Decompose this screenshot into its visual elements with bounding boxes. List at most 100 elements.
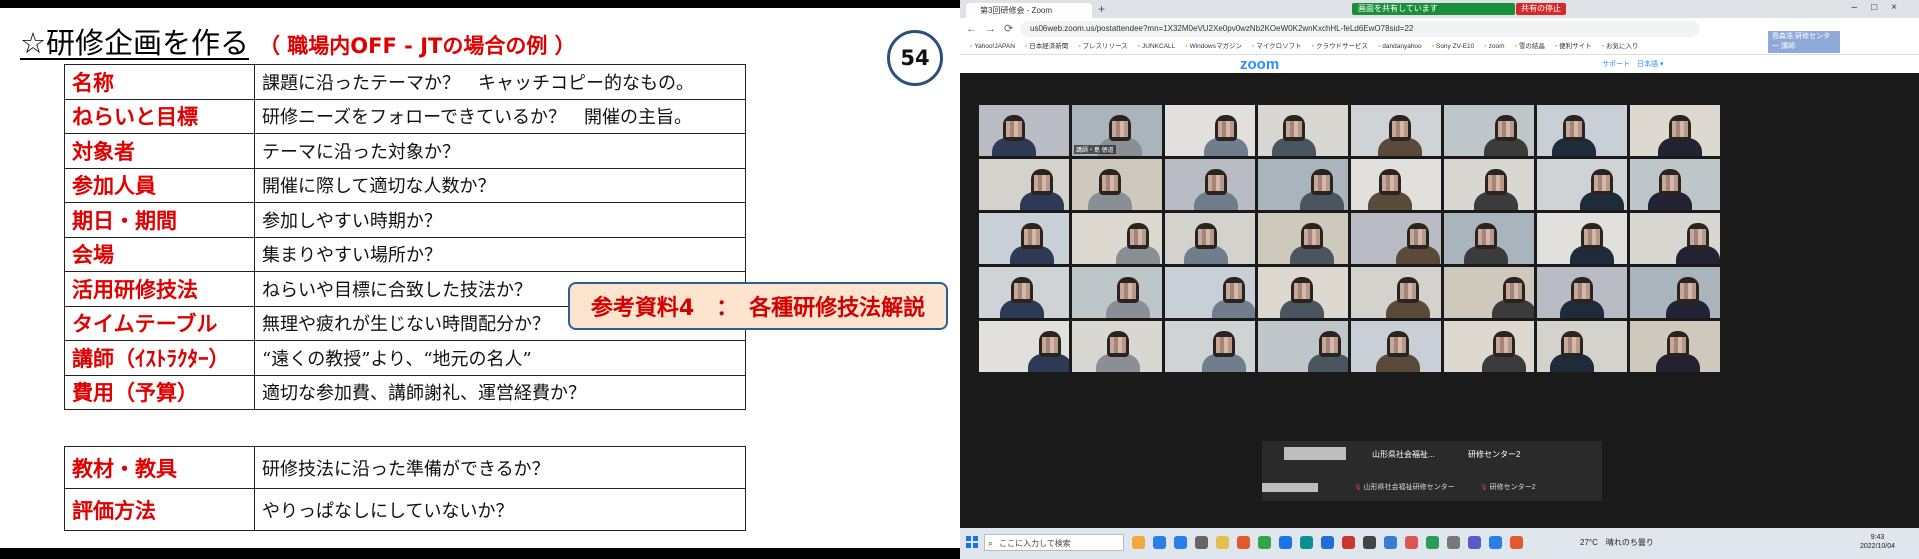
bookmark-item[interactable]: Sony ZV-E10 (1432, 43, 1475, 50)
participant-video-tile[interactable] (1537, 105, 1627, 156)
bookmark-item[interactable]: JUNKCALL (1138, 43, 1176, 50)
face-mosaic (1216, 337, 1232, 353)
participant-video-tile[interactable] (979, 321, 1069, 372)
participant-video-tile[interactable] (1630, 267, 1720, 318)
taskbar-app-icons (1132, 536, 1523, 549)
taskbar-app-icon[interactable] (1237, 536, 1250, 549)
weather-tray[interactable]: 27°C 晴れのち曇り (1580, 537, 1654, 548)
browser-tab[interactable]: 第3回研修会 - Zoom (966, 3, 1092, 18)
face-mosaic (1506, 283, 1522, 299)
bookmark-item[interactable]: プレスリリース (1078, 43, 1128, 50)
windows-start-icon[interactable] (966, 536, 978, 548)
participant-video-tile[interactable] (979, 213, 1069, 264)
participant-video-tile[interactable] (1444, 105, 1534, 156)
face-mosaic (1690, 229, 1706, 245)
taskbar-clock[interactable]: 9:43 2022/10/04 (1860, 533, 1895, 551)
participant-video-tile[interactable] (1165, 267, 1255, 318)
taskbar-app-icon[interactable] (1342, 536, 1355, 549)
participant-video-tile[interactable] (1351, 321, 1441, 372)
participant-video-tile[interactable] (1351, 105, 1441, 156)
participant-video-tile[interactable] (1258, 213, 1348, 264)
new-tab-icon[interactable]: + (1098, 2, 1105, 16)
participant-video-tile[interactable] (1537, 267, 1627, 318)
taskbar-search-input[interactable]: ここに入力して検索 (984, 534, 1124, 552)
participant-video-tile[interactable] (979, 105, 1069, 156)
zoom-header-links[interactable]: サポート 日本語 ▾ (1602, 59, 1663, 69)
participant-video-tile[interactable] (1072, 159, 1162, 210)
participant-video-tile[interactable] (1630, 321, 1720, 372)
participant-video-tile[interactable] (1537, 159, 1627, 210)
window-controls[interactable]: –□× (1852, 2, 1911, 13)
bookmark-item[interactable]: 便利サイト (1555, 43, 1592, 50)
participant-video-tile[interactable] (1258, 321, 1348, 372)
participant-video-tile[interactable] (1165, 321, 1255, 372)
face-mosaic (1120, 283, 1136, 299)
taskbar-app-icon[interactable] (1153, 536, 1166, 549)
participant-video-tile[interactable] (1351, 267, 1441, 318)
taskbar-app-icon[interactable] (1384, 536, 1397, 549)
participant-video-tile[interactable] (1258, 105, 1348, 156)
bookmark-item[interactable]: お気に入り (1602, 43, 1639, 50)
participant-video-tile[interactable]: 講師・島 徳道 (1072, 105, 1162, 156)
taskbar-app-icon[interactable] (1510, 536, 1523, 549)
face-mosaic (1410, 229, 1426, 245)
bookmark-item[interactable]: クラウドサービス (1312, 43, 1368, 50)
participant-video-tile[interactable] (1351, 213, 1441, 264)
bookmark-item[interactable]: 雪の結晶 (1515, 43, 1545, 50)
participant-video-tile[interactable] (1444, 267, 1534, 318)
bookmark-item[interactable]: zoom (1484, 43, 1504, 50)
presentation-slide: ☆研修企画を作る（ 職場内OFF - JTの場合の例 ） 54 名称 課題に沿った… (0, 8, 960, 548)
participant-video-tile[interactable] (1630, 213, 1720, 264)
participant-video-tile[interactable] (1165, 213, 1255, 264)
participant-video-tile[interactable] (1165, 159, 1255, 210)
face-mosaic (1382, 175, 1398, 191)
taskbar-app-icon[interactable] (1321, 536, 1334, 549)
participant-video-tile[interactable] (1537, 321, 1627, 372)
stop-share-button[interactable]: 共有の停止 (1516, 3, 1566, 15)
participant-video-tile[interactable] (1444, 321, 1534, 372)
reference-callout: 参考資料4 ： 各種研修技法解説 (568, 282, 948, 330)
face-mosaic (1006, 121, 1022, 137)
row-label: 費用（予算） (64, 374, 255, 410)
windows-taskbar: ここに入力して検索 27°C 晴れのち曇り 9:43 2022/10/04 (960, 528, 1919, 559)
participant-video-tile[interactable] (1165, 105, 1255, 156)
participant-video-tile[interactable] (1444, 213, 1534, 264)
nav-arrows-icon[interactable]: ←→⟳ (966, 22, 1021, 35)
bookmark-item[interactable]: 日本経済新聞 (1025, 43, 1068, 50)
taskbar-app-icon[interactable] (1258, 536, 1271, 549)
taskbar-app-icon[interactable] (1132, 536, 1145, 549)
participant-video-tile[interactable] (1258, 159, 1348, 210)
url-bar[interactable]: us06web.zoom.us/postattendee?mn=1X32M0eV… (1020, 21, 1700, 37)
participant-video-tile[interactable] (1630, 105, 1720, 156)
taskbar-app-icon[interactable] (1363, 536, 1376, 549)
participant-video-tile[interactable] (1072, 267, 1162, 318)
taskbar-app-icon[interactable] (1216, 536, 1229, 549)
taskbar-app-icon[interactable] (1405, 536, 1418, 549)
bookmark-item[interactable]: マイクロソフト (1252, 43, 1302, 50)
row-label: 参加人員 (64, 167, 255, 203)
taskbar-app-icon[interactable] (1447, 536, 1460, 549)
taskbar-app-icon[interactable] (1279, 536, 1292, 549)
participant-video-tile[interactable] (1537, 213, 1627, 264)
taskbar-app-icon[interactable] (1426, 536, 1439, 549)
bookmark-item[interactable]: Windowsマガジン (1185, 43, 1242, 50)
participant-subname: 山形県社会福祉研修センター (1354, 482, 1455, 492)
participant-video-tile[interactable] (1072, 213, 1162, 264)
participant-video-tile[interactable] (1630, 159, 1720, 210)
taskbar-app-icon[interactable] (1195, 536, 1208, 549)
taskbar-app-icon[interactable] (1300, 536, 1313, 549)
participant-video-tile[interactable] (979, 267, 1069, 318)
row-description: 研修技法に沿った準備ができるか？ (254, 446, 746, 489)
participant-video-tile[interactable] (979, 159, 1069, 210)
taskbar-app-icon[interactable] (1174, 536, 1187, 549)
participant-video-tile[interactable] (1351, 159, 1441, 210)
participant-video-tile[interactable] (1072, 321, 1162, 372)
profile-badge: 島森浩 研修センター 講師 (1768, 31, 1840, 53)
bookmark-item[interactable]: dandanyahoo (1378, 43, 1422, 50)
taskbar-app-icon[interactable] (1468, 536, 1481, 549)
participant-video-tile[interactable] (1258, 267, 1348, 318)
gallery-grid: 講師・島 徳道 (979, 105, 1720, 372)
participant-video-tile[interactable] (1444, 159, 1534, 210)
bookmark-item[interactable]: Yahoo!JAPAN (970, 43, 1015, 50)
taskbar-app-icon[interactable] (1489, 536, 1502, 549)
